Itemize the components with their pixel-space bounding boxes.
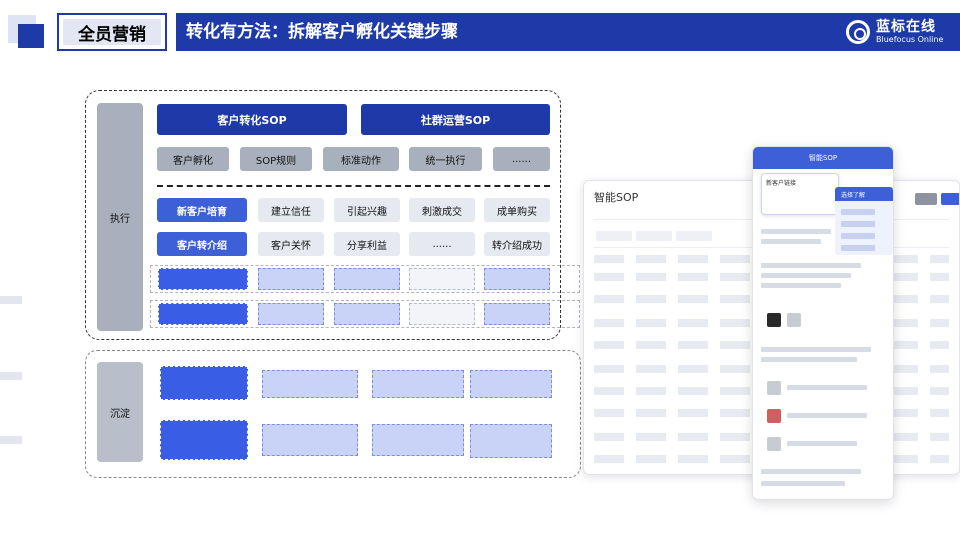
phone-text-line (761, 481, 845, 486)
glitch-chip (372, 370, 464, 398)
logo-name-cn: 蓝标在线 (876, 19, 936, 35)
step-chip: 转介绍成功 (484, 232, 550, 256)
phone-text-line (761, 283, 841, 288)
glitch-chip (470, 424, 552, 458)
glitch-chip (484, 303, 550, 325)
stay-column: 沉淀 (97, 362, 143, 462)
row-head-referral: 客户转介绍 (157, 232, 247, 256)
phone-text-line (761, 357, 857, 362)
section-tag-label: 全员营销 (63, 19, 161, 45)
exec-column-label: 执行 (110, 213, 130, 225)
phone-title-bar: 智能SOP (753, 147, 893, 169)
sop-tab (596, 231, 632, 241)
phone-thumbnail (767, 437, 781, 451)
glitch-chip (262, 424, 358, 456)
stay-column-label: 沉淀 (110, 408, 130, 420)
phone-menu-item (841, 209, 875, 215)
tag-chip: ...... (493, 147, 550, 171)
phone-text-line (787, 413, 867, 418)
tag-chip: 客户孵化 (157, 147, 229, 171)
phone-popup-label: 新客户链接 (766, 180, 797, 187)
glitch-chip (372, 424, 464, 456)
glitch-chip (409, 303, 475, 325)
sop-primary-button (941, 193, 959, 205)
phone-text-line (761, 347, 871, 352)
title-bar: 转化有方法：拆解客户孵化关键步骤 蓝标在线 Bluefocus Online (176, 13, 960, 51)
customer-sop-block: 客户转化SOP (157, 104, 347, 135)
sop-card-title: 智能SOP (594, 191, 639, 204)
tag-chip: 统一执行 (409, 147, 482, 171)
step-chip: 刺激成交 (409, 198, 475, 222)
sop-secondary-button (915, 193, 937, 205)
page-title: 转化有方法：拆解客户孵化关键步骤 (186, 22, 458, 42)
phone-text-line (761, 469, 861, 474)
phone-thumbnail (767, 381, 781, 395)
step-chip: 引起兴趣 (334, 198, 400, 222)
glitch-chip (484, 268, 550, 290)
phone-text-line (761, 263, 861, 268)
glitch-chip (334, 303, 400, 325)
glitch-chip (470, 370, 552, 398)
glitch-chip (334, 268, 400, 290)
edge-fragment (0, 296, 22, 304)
tag-chip: 标准动作 (323, 147, 399, 171)
logo-name-en: Bluefocus Online (876, 35, 944, 44)
tag-chip: SOP规则 (240, 147, 312, 171)
sop-tab (676, 231, 712, 241)
step-chip: 成单购买 (484, 198, 550, 222)
glitch-chip (160, 366, 248, 400)
phone-popup: 新客户链接 (761, 173, 839, 215)
phone-sop-screenshot: 智能SOP 新客户链接 选择了解 (752, 146, 894, 500)
glitch-chip (160, 420, 248, 460)
glitch-chip (258, 268, 324, 290)
phone-menu: 选择了解 (835, 187, 893, 255)
glitch-chip (262, 370, 358, 398)
phone-text-line (761, 239, 821, 244)
step-chip: 建立信任 (258, 198, 324, 222)
glitch-chip (158, 268, 248, 290)
phone-menu-item (841, 221, 875, 227)
header-decor-dark-square (18, 24, 44, 48)
phone-text-line (787, 441, 857, 446)
bluefocus-logo-icon (846, 20, 870, 44)
step-chip: 分享利益 (334, 232, 400, 256)
phone-menu-item (841, 245, 875, 251)
row-head-new-customer: 新客户培育 (157, 198, 247, 222)
glitch-chip (409, 268, 475, 290)
phone-thumbnail (787, 313, 801, 327)
edge-fragment (0, 372, 22, 380)
edge-fragment (0, 436, 22, 444)
section-tag: 全员营销 (57, 13, 167, 51)
phone-thumbnail (767, 313, 781, 327)
phone-text-line (761, 273, 851, 278)
phone-menu-head: 选择了解 (835, 187, 893, 201)
phone-text-line (787, 385, 867, 390)
brand-logo: 蓝标在线 Bluefocus Online (846, 17, 943, 47)
exec-column: 执行 (97, 103, 143, 331)
dashed-divider (157, 185, 550, 187)
phone-menu-item (841, 233, 875, 239)
step-chip: 客户关怀 (258, 232, 324, 256)
phone-text-line (761, 229, 831, 234)
glitch-chip (258, 303, 324, 325)
glitch-chip (158, 303, 248, 325)
sop-tab (636, 231, 672, 241)
community-sop-block: 社群运营SOP (361, 104, 550, 135)
phone-thumbnail (767, 409, 781, 423)
step-chip: ...... (409, 232, 475, 256)
